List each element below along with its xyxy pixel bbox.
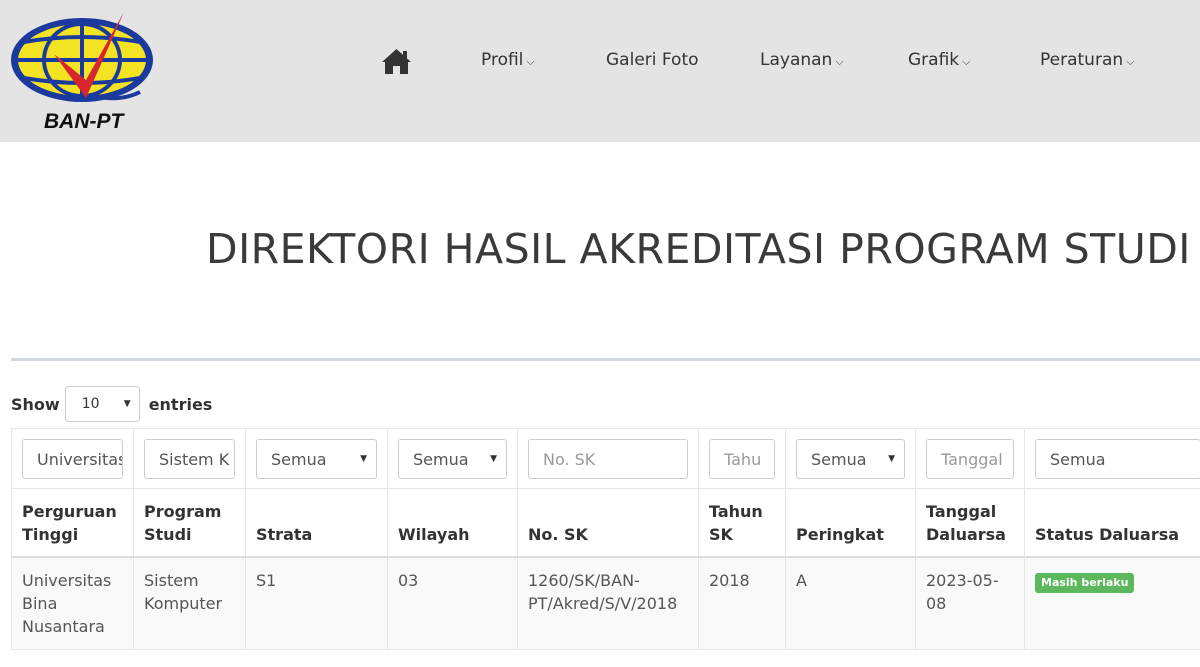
accreditation-table: Universitas Sistem K Semua ▼ Semua ▼ No. S…	[11, 428, 1200, 650]
dropdown-arrow-icon: ▼	[490, 454, 497, 464]
column-header-no-sk[interactable]: No. SK	[517, 488, 699, 558]
site-header: BAN-PT Profil ⌵ Galeri Foto Layanan ⌵ Graf…	[0, 0, 1200, 142]
nav-item-grafik[interactable]: Grafik ⌵	[908, 50, 970, 70]
dropdown-arrow-icon: ▼	[123, 399, 131, 409]
filter-tanggal-daluarsa-input[interactable]: Tanggal	[926, 439, 1014, 479]
filter-strata-select[interactable]: Semua ▼	[256, 439, 377, 479]
entries-length-control: Show 10 ▼ entries	[11, 386, 212, 422]
dropdown-arrow-icon: ▼	[360, 454, 367, 464]
cell-no-sk: 1260/SK/BAN-PT/Akred/S/V/2018	[517, 556, 699, 650]
entries-select[interactable]: 10 ▼	[64, 386, 140, 422]
column-header-tahun-sk[interactable]: Tahun SK	[698, 488, 786, 558]
entries-label: entries	[148, 394, 213, 414]
filter-no-sk-input[interactable]: No. SK	[528, 439, 688, 479]
chevron-down-icon: ⌵	[835, 55, 844, 68]
cell-wilayah: 03	[387, 556, 518, 650]
main-nav: Profil ⌵ Galeri Foto Layanan ⌵ Grafik ⌵ Per…	[0, 0, 1200, 124]
column-header-tanggal-daluarsa[interactable]: Tanggal Daluarsa	[915, 488, 1025, 558]
column-header-status-daluarsa[interactable]: Status Daluarsa	[1024, 488, 1200, 558]
filter-status-daluarsa-select[interactable]: Semua	[1035, 439, 1200, 479]
column-header-perguruan-tinggi[interactable]: Perguruan Tinggi	[11, 488, 134, 558]
cell-tahun-sk: 2018	[698, 556, 786, 650]
cell-strata: S1	[245, 556, 388, 650]
filter-tahun-sk-input[interactable]: Tahu	[709, 439, 775, 479]
page-title: DIREKTORI HASIL AKREDITASI PROGRAM STUDI	[206, 225, 1191, 273]
filter-peringkat-select[interactable]: Semua ▼	[796, 439, 905, 479]
filter-perguruan-tinggi-input[interactable]: Universitas	[22, 439, 123, 479]
panel-divider	[11, 358, 1200, 361]
column-header-wilayah[interactable]: Wilayah	[387, 488, 518, 558]
column-header-peringkat[interactable]: Peringkat	[785, 488, 916, 558]
chevron-down-icon: ⌵	[962, 55, 971, 68]
chevron-down-icon: ⌵	[1126, 55, 1135, 68]
nav-item-peraturan[interactable]: Peraturan ⌵	[1040, 50, 1134, 70]
column-header-strata[interactable]: Strata	[245, 488, 388, 558]
filter-program-studi-input[interactable]: Sistem K	[144, 439, 235, 479]
nav-item-layanan[interactable]: Layanan ⌵	[760, 50, 844, 70]
column-header-program-studi[interactable]: Program Studi	[133, 488, 246, 558]
table-row: Universitas Bina Nusantara Sistem Komput…	[11, 556, 1200, 650]
nav-item-galeri-foto[interactable]: Galeri Foto	[606, 50, 699, 70]
cell-status-daluarsa: Masih berlaku	[1024, 556, 1200, 650]
filter-row: Universitas Sistem K Semua ▼ Semua ▼ No. S…	[11, 428, 1200, 489]
cell-peringkat: A	[785, 556, 916, 650]
home-icon[interactable]	[381, 48, 412, 75]
chevron-down-icon: ⌵	[526, 55, 535, 68]
cell-perguruan-tinggi: Universitas Bina Nusantara	[11, 556, 134, 650]
show-label: Show	[11, 394, 60, 414]
status-badge: Masih berlaku	[1035, 572, 1135, 593]
dropdown-arrow-icon: ▼	[888, 454, 895, 464]
cell-program-studi: Sistem Komputer	[133, 556, 246, 650]
filter-wilayah-select[interactable]: Semua ▼	[398, 439, 507, 479]
table-header-row: Perguruan Tinggi Program Studi Strata Wi…	[11, 488, 1200, 558]
cell-tanggal-daluarsa: 2023-05-08	[915, 556, 1025, 650]
nav-item-profil[interactable]: Profil ⌵	[481, 50, 535, 70]
